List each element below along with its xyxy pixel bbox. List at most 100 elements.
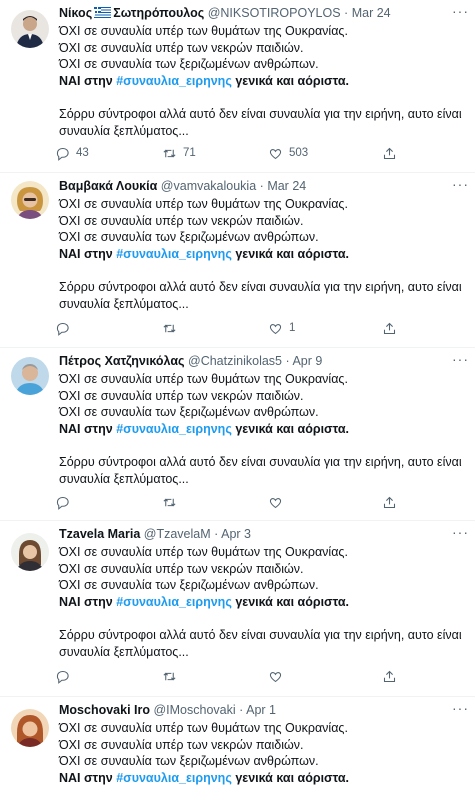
avatar[interactable]	[11, 181, 49, 219]
avatar[interactable]	[11, 10, 49, 48]
tweet-line: Σόρρυ σύντροφοι αλλά αυτό δεν είναι συνα…	[59, 627, 462, 642]
reply-icon	[56, 322, 69, 336]
author-name-suffix[interactable]: Σωτηρόπουλος	[113, 6, 204, 20]
author-name[interactable]: Βαμβακά Λουκία	[59, 179, 157, 193]
heart-icon	[269, 323, 282, 334]
tweet-text: ΌΧΙ σε συναυλία υπέρ των θυμάτων της Ουκ…	[59, 720, 465, 786]
author-name[interactable]: Πέτρος Χατζηνικόλας	[59, 354, 185, 368]
tweet-line: Σόρρυ σύντροφοι αλλά αυτό δεν είναι συνα…	[59, 106, 462, 121]
retweet-count: 71	[183, 147, 196, 159]
like-button[interactable]: 1	[268, 318, 295, 338]
tweet[interactable]: Tzavela Maria @TzavelaM · Apr 3 ΌΧΙ σε σ…	[0, 521, 475, 697]
tweet-line: ΌΧΙ σε συναυλία υπέρ των θυμάτων της Ουκ…	[59, 24, 348, 38]
share-icon	[383, 670, 396, 682]
retweet-button[interactable]	[162, 666, 183, 686]
share-icon	[383, 322, 396, 334]
more-icon[interactable]: ···	[452, 3, 469, 19]
tweet-line: ΝΑΙ στην #συναυλια_ειρηνης γενικά και αό…	[59, 421, 465, 438]
tweet-line: συναυλία ξεπλύματος...	[59, 644, 189, 659]
author-name[interactable]: Νίκος	[59, 6, 92, 20]
like-button[interactable]	[268, 666, 289, 686]
hashtag-link[interactable]: #συναυλια_ειρηνης	[116, 595, 232, 609]
tweet-date[interactable]: Apr 9	[292, 354, 322, 368]
like-count: 1	[289, 322, 296, 334]
more-icon[interactable]: ···	[452, 524, 469, 540]
tweet-line: ΝΑΙ στην #συναυλια_ειρηνης γενικά και αό…	[59, 594, 465, 611]
author-name[interactable]: Moschovaki Iro	[59, 703, 150, 717]
tweet-text: ΌΧΙ σε συναυλία υπέρ των θυμάτων της Ουκ…	[59, 371, 465, 487]
heart-icon	[269, 671, 282, 682]
avatar[interactable]	[11, 709, 49, 747]
yes-prefix: ΝΑΙ στην	[59, 246, 113, 261]
yes-suffix: γενικά και αόριστα.	[235, 246, 349, 261]
share-button[interactable]	[382, 143, 397, 163]
reply-button[interactable]	[55, 492, 76, 512]
yes-suffix: γενικά και αόριστα.	[235, 421, 349, 436]
author-handle[interactable]: @IMoschovaki	[153, 703, 235, 717]
retweet-button[interactable]: 71	[162, 143, 196, 163]
yes-prefix: ΝΑΙ στην	[59, 770, 113, 785]
tweet[interactable]: Βαμβακά Λουκία @vamvakaloukia · Mar 24 Ό…	[0, 173, 475, 348]
tweet[interactable]: Πέτρος Χατζηνικόλας @Chatzinikolas5 · Ap…	[0, 348, 475, 521]
author-name[interactable]: Tzavela Maria	[59, 527, 140, 541]
tweet-line: ΝΑΙ στην #συναυλια_ειρηνης γενικά και αό…	[59, 246, 465, 263]
tweet-line: ΌΧΙ σε συναυλία των ξεριζωμένων ανθρώπων…	[59, 405, 319, 420]
reply-button[interactable]	[55, 318, 76, 338]
avatar[interactable]	[11, 533, 49, 571]
yes-suffix: γενικά και αόριστα.	[235, 770, 349, 785]
tweet-line: ΌΧΙ σε συναυλία υπέρ των θυμάτων της Ουκ…	[59, 721, 348, 735]
yes-prefix: ΝΑΙ στην	[59, 73, 113, 88]
tweet-actions	[55, 666, 435, 686]
tweet-text: ΌΧΙ σε συναυλία υπέρ των θυμάτων της Ουκ…	[59, 196, 465, 312]
share-button[interactable]	[382, 492, 397, 512]
more-icon[interactable]: ···	[452, 176, 469, 192]
tweet-line: συναυλία ξεπλύματος...	[59, 296, 189, 311]
author-handle[interactable]: @TzavelaM	[144, 527, 211, 541]
author-handle[interactable]: @NIKSOTIROPOYLOS	[208, 6, 341, 20]
share-icon	[383, 147, 396, 159]
reply-button[interactable]	[55, 666, 76, 686]
tweet[interactable]: Moschovaki Iro @IMoschovaki · Apr 1 ΌΧΙ …	[0, 697, 475, 793]
retweet-icon	[163, 324, 176, 332]
author-handle[interactable]: @Chatzinikolas5	[188, 354, 282, 368]
yes-suffix: γενικά και αόριστα.	[235, 594, 349, 609]
tweet-line: ΌΧΙ σε συναυλία των ξεριζωμένων ανθρώπων…	[59, 754, 319, 769]
hashtag-link[interactable]: #συναυλια_ειρηνης	[116, 247, 232, 261]
retweet-button[interactable]	[162, 492, 183, 512]
like-button[interactable]	[268, 492, 289, 512]
more-icon[interactable]: ···	[452, 700, 469, 716]
tweet-date[interactable]: Mar 24	[267, 179, 306, 193]
tweet-header: Moschovaki Iro @IMoschovaki · Apr 1	[59, 703, 276, 717]
tweet-line: ΌΧΙ σε συναυλία υπέρ των θυμάτων της Ουκ…	[59, 545, 348, 559]
reply-button[interactable]: 43	[55, 143, 89, 163]
tweet-date[interactable]: Mar 24	[352, 6, 391, 20]
more-icon[interactable]: ···	[452, 351, 469, 367]
hashtag-link[interactable]: #συναυλια_ειρηνης	[116, 422, 232, 436]
tweet[interactable]: Νίκος Σωτηρόπουλος @NIKSOTIROPOYLOS · Mar…	[0, 0, 475, 173]
like-button[interactable]: 503	[268, 143, 308, 163]
tweet-line: ΝΑΙ στην #συναυλια_ειρηνης γενικά και αό…	[59, 770, 465, 787]
tweet-line: ΌΧΙ σε συναυλία υπέρ των νεκρών παιδιών.	[59, 737, 304, 752]
tweet-line: ΌΧΙ σε συναυλία των ξεριζωμένων ανθρώπων…	[59, 230, 319, 245]
tweet-feed: Νίκος Σωτηρόπουλος @NIKSOTIROPOYLOS · Mar…	[0, 0, 475, 793]
avatar[interactable]	[11, 357, 49, 395]
tweet-line: ΌΧΙ σε συναυλία υπέρ των νεκρών παιδιών.	[59, 561, 304, 576]
tweet-text: ΌΧΙ σε συναυλία υπέρ των θυμάτων της Ουκ…	[59, 23, 465, 139]
tweet-header: Πέτρος Χατζηνικόλας @Chatzinikolas5 · Ap…	[59, 354, 323, 368]
hashtag-link[interactable]: #συναυλια_ειρηνης	[116, 771, 232, 785]
author-handle[interactable]: @vamvakaloukia	[161, 179, 256, 193]
share-button[interactable]	[382, 318, 397, 338]
tweet-header: Tzavela Maria @TzavelaM · Apr 3	[59, 527, 251, 541]
tweet-date[interactable]: Apr 3	[221, 527, 251, 541]
tweet-line: Σόρρυ σύντροφοι αλλά αυτό δεν είναι συνα…	[59, 454, 462, 469]
tweet-date[interactable]: Apr 1	[246, 703, 276, 717]
reply-icon	[56, 496, 69, 510]
share-button[interactable]	[382, 666, 397, 686]
heart-icon	[269, 148, 282, 159]
retweet-button[interactable]	[162, 318, 183, 338]
tweet-line: ΝΑΙ στην #συναυλια_ειρηνης γενικά και αό…	[59, 73, 465, 90]
tweet-text: ΌΧΙ σε συναυλία υπέρ των θυμάτων της Ουκ…	[59, 544, 465, 660]
share-icon	[383, 496, 396, 508]
hashtag-link[interactable]: #συναυλια_ειρηνης	[116, 74, 232, 88]
tweet-line: ΌΧΙ σε συναυλία υπέρ των θυμάτων της Ουκ…	[59, 372, 348, 386]
